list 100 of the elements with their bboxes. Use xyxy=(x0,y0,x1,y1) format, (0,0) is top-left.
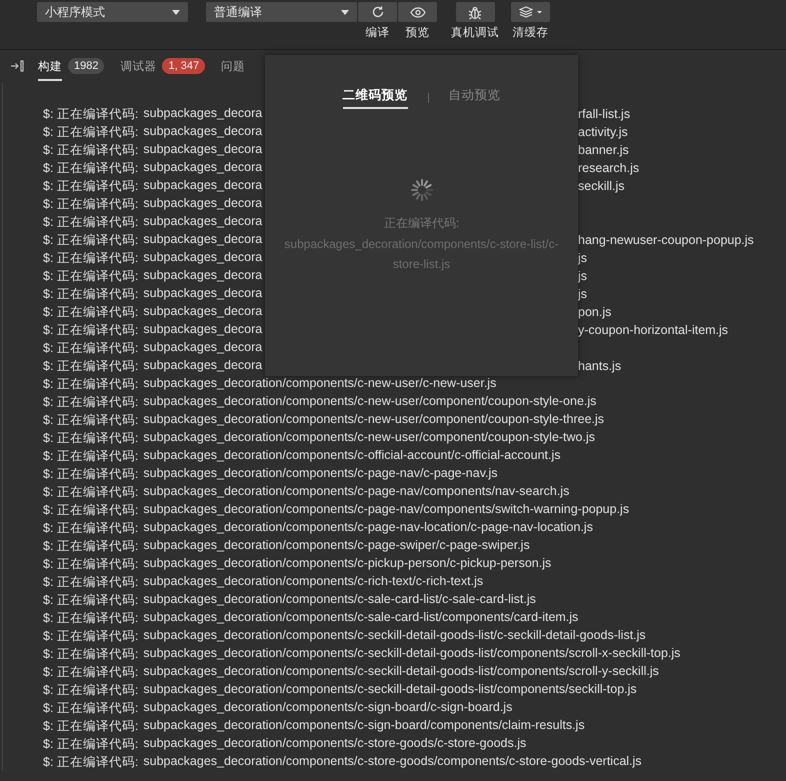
log-path: subpackages_decora xyxy=(143,268,262,284)
log-path: subpackages_decora xyxy=(143,358,262,374)
log-prefix: $: 正在编译代码: xyxy=(43,556,138,572)
log-path-end: rfall-list.js xyxy=(578,107,630,121)
log-path: subpackages_decora xyxy=(143,322,262,338)
log-prefix: $: 正在编译代码: xyxy=(43,214,138,230)
log-path: subpackages_decora xyxy=(143,304,262,320)
log-path-end: pon.js xyxy=(578,305,612,319)
log-prefix: $: 正在编译代码: xyxy=(43,664,138,680)
log-path: subpackages_decoration/components/c-seckill-detail-goods-list/components/scroll-x-seckill-top.js xyxy=(143,646,680,662)
caret-icon xyxy=(172,10,180,14)
log-path: subpackages_decoration/components/c-new-user/component/coupon-style-two.js xyxy=(143,430,596,446)
log-prefix: $: 正在编译代码: xyxy=(43,286,138,302)
log-path: subpackages_decora xyxy=(143,160,262,176)
log-path: subpackages_decoration/components/c-official-account/c-official-account.js xyxy=(143,448,561,464)
log-prefix: $: 正在编译代码: xyxy=(43,340,138,356)
bug-icon xyxy=(468,4,482,20)
log-path: subpackages_decora xyxy=(143,196,262,212)
log-path: subpackages_decora xyxy=(143,124,262,140)
count-badge: 1, 347 xyxy=(162,58,206,74)
log-path-end: banner.js xyxy=(578,143,629,157)
log-prefix: $: 正在编译代码: xyxy=(43,700,138,716)
log-prefix: $: 正在编译代码: xyxy=(43,466,138,482)
log-prefix: $: 正在编译代码: xyxy=(43,574,138,590)
log-prefix: $: 正在编译代码: xyxy=(43,592,138,608)
log-prefix: $: 正在编译代码: xyxy=(43,502,138,518)
log-path: subpackages_decora xyxy=(143,250,262,266)
log-path: subpackages_decoration/components/c-sign-board/components/claim-results.js xyxy=(143,718,585,734)
panel-tab[interactable]: 问题 xyxy=(221,50,246,82)
preview-tab[interactable]: 二维码预览 xyxy=(342,87,408,109)
refresh-button[interactable] xyxy=(358,2,397,22)
log-path: subpackages_decoration/components/c-seckill-detail-goods-list/components/seckill-top.js xyxy=(143,682,637,698)
log-path: subpackages_decoration/components/c-store-goods/components/c-store-goods-vertical.js xyxy=(143,754,642,770)
log-prefix: $: 正在编译代码: xyxy=(43,412,138,428)
log-path-end: js xyxy=(578,287,588,301)
refresh-icon xyxy=(370,5,384,19)
log-path: subpackages_decoration/components/c-page-nav-location/c-page-nav-location.js xyxy=(143,520,593,536)
loading-spinner-icon xyxy=(410,179,432,201)
log-path: subpackages_decora xyxy=(143,286,262,302)
log-path-end: js xyxy=(578,251,588,265)
log-path-end: activity.js xyxy=(578,125,628,139)
log-path: subpackages_decoration/components/c-pickup-person/c-pickup-person.js xyxy=(143,556,552,572)
log-path-end: research.js xyxy=(578,161,640,175)
log-path-end: js xyxy=(578,269,588,283)
log-path: subpackages_decora xyxy=(143,232,262,248)
toolbar-label: 预览 xyxy=(406,26,430,40)
log-path-end: hants.js xyxy=(578,359,622,373)
mode-select[interactable]: 小程序模式 xyxy=(37,2,188,22)
log-prefix: $: 正在编译代码: xyxy=(43,268,138,284)
log-path: subpackages_decoration/components/c-page-swiper/c-page-swiper.js xyxy=(143,538,530,554)
log-prefix: $: 正在编译代码: xyxy=(43,394,138,410)
log-path: subpackages_decora xyxy=(143,142,262,158)
layers-button[interactable] xyxy=(511,2,550,22)
log-prefix: $: 正在编译代码: xyxy=(43,196,138,212)
eye-button[interactable] xyxy=(398,2,437,22)
panel-tab[interactable]: 构建 1982 xyxy=(38,50,104,82)
log-path: subpackages_decoration/components/c-page-nav/components/switch-warning-popup.js xyxy=(143,502,630,518)
log-path-end: y-coupon-horizontal-item.js xyxy=(578,323,728,337)
caret-icon xyxy=(341,10,349,14)
toolbar-label: 编译 xyxy=(366,26,390,40)
log-prefix: $: 正在编译代码: xyxy=(43,142,138,158)
log-prefix: $: 正在编译代码: xyxy=(43,646,138,662)
log-prefix: $: 正在编译代码: xyxy=(43,610,138,626)
bug-button[interactable] xyxy=(456,2,494,22)
log-path: subpackages_decoration/components/c-sale-card-list/c-sale-card-list.js xyxy=(143,592,536,608)
log-path: subpackages_decoration/components/c-sale-card-list/components/card-item.js xyxy=(143,610,578,626)
log-path: subpackages_decoration/components/c-page-nav/c-page-nav.js xyxy=(143,466,498,482)
log-prefix: $: 正在编译代码: xyxy=(43,250,138,266)
log-path: subpackages_decora xyxy=(143,178,262,194)
log-prefix: $: 正在编译代码: xyxy=(43,430,138,446)
log-path: subpackages_decoration/components/c-new-user/component/coupon-style-three.js xyxy=(143,412,604,428)
log-path: subpackages_decoration/components/c-store-goods/c-store-goods.js xyxy=(143,736,526,752)
toolbar-label: 清缓存 xyxy=(512,26,548,40)
log-path: subpackages_decoration/components/c-rich-text/c-rich-text.js xyxy=(143,574,484,590)
log-prefix: $: 正在编译代码: xyxy=(43,754,138,770)
compile-select[interactable]: 普通编译 xyxy=(206,2,357,22)
log-path: subpackages_decora xyxy=(143,214,262,230)
toolbar-label: 真机调试 xyxy=(451,26,499,40)
panel-tab[interactable]: 调试器 1, 347 xyxy=(120,50,206,82)
log-path: subpackages_decora xyxy=(143,340,262,356)
log-prefix: $: 正在编译代码: xyxy=(43,628,138,644)
log-path: subpackages_decoration/components/c-sign-board/c-sign-board.js xyxy=(143,700,512,716)
log-prefix: $: 正在编译代码: xyxy=(43,538,138,554)
collapse-icon[interactable] xyxy=(10,60,24,72)
log-path: subpackages_decoration/components/c-page-nav/components/nav-search.js xyxy=(143,484,570,500)
log-prefix: $: 正在编译代码: xyxy=(43,376,138,392)
layers-icon xyxy=(518,6,542,18)
log-prefix: $: 正在编译代码: xyxy=(43,106,138,122)
log-path: subpackages_decora xyxy=(143,106,262,122)
log-prefix: $: 正在编译代码: xyxy=(43,322,138,338)
log-prefix: $: 正在编译代码: xyxy=(43,358,138,374)
log-prefix: $: 正在编译代码: xyxy=(43,232,138,248)
log-path-end: seckill.js xyxy=(578,179,625,193)
log-prefix: $: 正在编译代码: xyxy=(43,448,138,464)
log-prefix: $: 正在编译代码: xyxy=(43,178,138,194)
log-prefix: $: 正在编译代码: xyxy=(43,160,138,176)
log-prefix: $: 正在编译代码: xyxy=(43,520,138,536)
log-path: subpackages_decoration/components/c-new-user/c-new-user.js xyxy=(143,376,496,392)
log-path-end: hang-newuser-coupon-popup.js xyxy=(578,233,754,247)
log-prefix: $: 正在编译代码: xyxy=(43,124,138,140)
